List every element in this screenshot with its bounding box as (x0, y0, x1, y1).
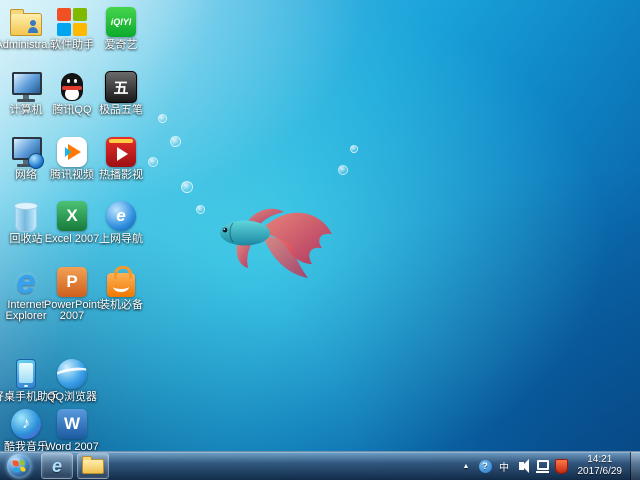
red-play-box (106, 137, 136, 167)
network-icon (0, 136, 52, 168)
taskbar: e ▲ ? 中 14:21 2017/6/29 (0, 451, 640, 480)
flag-green (19, 459, 25, 465)
betta-fish-image (208, 190, 338, 290)
bubble (158, 114, 167, 123)
folder-icon (82, 459, 104, 474)
qq-penguin-icon (46, 71, 98, 103)
tencent-video-icon (46, 136, 98, 168)
taskbar-explorer-button[interactable] (77, 453, 109, 479)
bubble (350, 145, 358, 153)
bubble (338, 165, 348, 175)
stand (17, 99, 35, 102)
screen (12, 72, 42, 95)
browser-globe-icon (46, 358, 98, 390)
tile-green (73, 8, 87, 21)
help-tray-icon[interactable]: ? (479, 458, 492, 474)
volume-tray-icon[interactable] (517, 458, 530, 474)
excel-icon: X (46, 200, 98, 232)
excel-x-glyph: X (57, 201, 87, 231)
clock-date: 2017/6/29 (578, 466, 623, 478)
network-icon (536, 460, 549, 473)
wubi-icon: 五 (95, 71, 147, 103)
bubble (181, 181, 193, 193)
tile-blue (57, 23, 71, 36)
nav-e-glyph: e (106, 201, 136, 231)
security-tray-icon[interactable] (555, 458, 568, 474)
hidden-icons-button[interactable]: ▲ (460, 458, 473, 474)
desktop-wallpaper: Administra... 计算机 网络 回收站 e Internet Expl… (0, 0, 640, 480)
taskbar-ie-button[interactable]: e (41, 453, 73, 479)
iqiyi-icon: iQIYI (95, 6, 147, 38)
tiles-icon (46, 6, 98, 38)
icon-label: 热播影视 (88, 170, 154, 181)
desktop-icon-qq-browser[interactable]: QQ浏览器 (46, 358, 98, 403)
word-icon: W (46, 408, 98, 440)
bubble (196, 205, 205, 214)
shield-icon (555, 459, 568, 474)
globe-shape (57, 359, 87, 389)
shopping-bag-icon (95, 266, 147, 298)
monitor-shape (10, 71, 42, 103)
clock-time: 14:21 (578, 454, 623, 466)
penguin-eyes (67, 79, 70, 83)
globe-badge (28, 153, 44, 169)
start-button[interactable] (7, 454, 31, 478)
flag-blue (13, 467, 19, 473)
tile-yellow (73, 23, 87, 36)
desktop-icon-wubi-input[interactable]: 五 极品五笔 (95, 71, 147, 116)
show-desktop-button[interactable] (630, 452, 640, 480)
person-glyph (28, 20, 38, 33)
input-method-tray-icon[interactable]: 中 (498, 458, 511, 474)
hot-movies-icon (95, 136, 147, 168)
powerpoint-icon: P (46, 266, 98, 298)
monitor-shape (10, 136, 42, 168)
desktop-icon-web-navigation[interactable]: e 上网导航 (95, 200, 147, 245)
question-icon: ? (479, 460, 492, 473)
flag-yellow (20, 466, 26, 472)
bag-shape (107, 273, 135, 297)
desktop-icon-hot-movies[interactable]: 热播影视 (95, 136, 147, 181)
user-folder-icon (0, 6, 52, 38)
icon-label: 爱奇艺 (88, 40, 154, 51)
word-w-glyph: W (57, 409, 87, 439)
ppt-p-glyph: P (57, 267, 87, 297)
icon-label: QQ浏览器 (39, 392, 105, 403)
recycle-bin-icon (0, 200, 52, 232)
music-icon: ♪ (0, 408, 52, 440)
music-note-glyph: ♪ (11, 409, 41, 439)
wubi-glyph: 五 (105, 71, 137, 103)
bin-shape (15, 205, 37, 232)
ie-icon: e (52, 456, 62, 477)
taskbar-clock[interactable]: 14:21 2017/6/29 (573, 454, 631, 478)
desktop-icon-iqiyi[interactable]: iQIYI 爱奇艺 (95, 6, 147, 51)
ie-icon: e (0, 266, 52, 298)
windows-flag-icon (12, 459, 25, 472)
folder-shape (10, 13, 42, 36)
ie-e-glyph: e (11, 267, 41, 297)
network-tray-icon[interactable] (536, 458, 549, 474)
flag-red (12, 460, 18, 466)
web-nav-icon: e (95, 200, 147, 232)
icon-label: 装机必备 (88, 300, 154, 311)
computer-icon (0, 71, 52, 103)
bubble (148, 157, 158, 167)
desktop-icon-powerpoint-2007[interactable]: P PowerPoint 2007 (46, 266, 98, 322)
phone-shape (16, 359, 36, 389)
penguin-shape (61, 73, 83, 101)
color-tiles (57, 8, 87, 36)
system-tray: ▲ ? 中 (460, 458, 573, 474)
play-accent (65, 147, 71, 157)
phone-icon (0, 358, 52, 390)
desktop-icon-word-2007[interactable]: W Word 2007 (46, 408, 98, 453)
icon-label: 上网导航 (88, 234, 154, 245)
play-box (57, 137, 87, 167)
tile-red (57, 8, 71, 21)
iqiyi-logo-glyph: iQIYI (106, 7, 136, 37)
icon-label: 极品五笔 (88, 105, 154, 116)
play-triangle (117, 147, 128, 161)
desktop-icon-essential-software[interactable]: 装机必备 (95, 266, 147, 311)
bubble (170, 136, 181, 147)
speaker-icon (519, 462, 524, 470)
